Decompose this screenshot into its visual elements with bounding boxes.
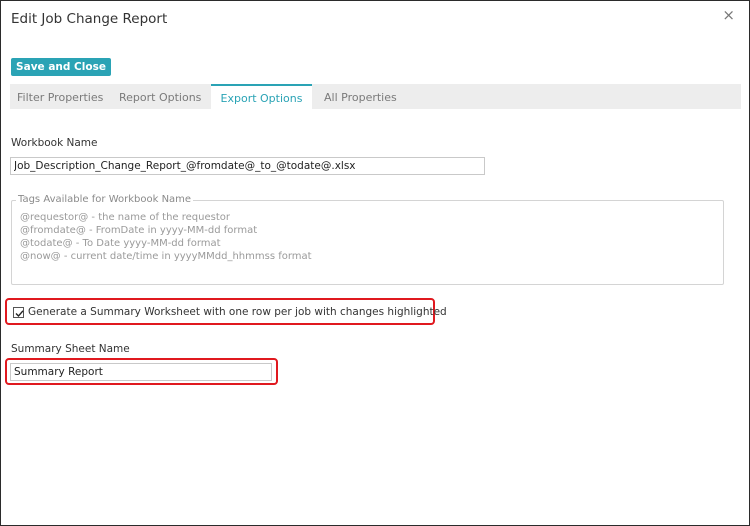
tags-fieldset: Tags Available for Workbook Name @reques…	[11, 194, 724, 285]
workbook-name-label: Workbook Name	[11, 137, 98, 149]
save-and-close-button[interactable]: Save and Close	[11, 58, 111, 76]
tag-todate: @todate@ - To Date yyyy-MM-dd format	[20, 238, 221, 249]
summary-worksheet-checkbox[interactable]	[13, 307, 24, 318]
tab-bar: Filter Properties Report Options Export …	[10, 84, 741, 109]
dialog-title: Edit Job Change Report	[11, 11, 168, 27]
tags-legend: Tags Available for Workbook Name	[16, 194, 194, 205]
tag-fromdate: @fromdate@ - FromDate in yyyy-MM-dd form…	[20, 225, 258, 236]
tab-export-options[interactable]: Export Options	[211, 84, 312, 109]
workbook-name-input[interactable]	[10, 157, 485, 175]
edit-report-dialog: Edit Job Change Report × Save and Close …	[0, 0, 750, 526]
summary-sheet-name-input[interactable]	[10, 363, 272, 381]
tag-requestor: @requestor@ - the name of the requestor	[20, 212, 230, 223]
tab-all-properties[interactable]: All Properties	[324, 84, 397, 109]
tab-filter-properties[interactable]: Filter Properties	[17, 84, 103, 109]
tag-now: @now@ - current date/time in yyyyMMdd_hh…	[20, 251, 312, 262]
close-icon[interactable]: ×	[722, 7, 735, 23]
summary-worksheet-label[interactable]: Generate a Summary Worksheet with one ro…	[28, 306, 447, 318]
tab-report-options[interactable]: Report Options	[119, 84, 201, 109]
checkmark-icon	[15, 310, 24, 318]
summary-sheet-name-label: Summary Sheet Name	[11, 343, 130, 355]
